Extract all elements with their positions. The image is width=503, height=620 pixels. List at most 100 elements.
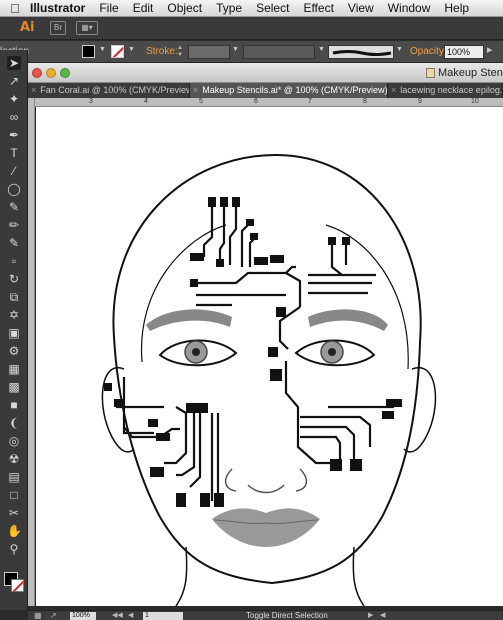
nose <box>224 468 308 494</box>
app-menu[interactable]: Illustrator <box>30 1 85 15</box>
artboard-canvas[interactable] <box>36 107 503 606</box>
vertical-ruler[interactable] <box>28 98 35 606</box>
menu-help[interactable]: Help <box>444 1 469 15</box>
horizontal-ruler[interactable]: 3 4 5 6 7 8 9 10 <box>35 98 503 107</box>
face-circuit-artwork[interactable] <box>36 107 503 606</box>
ruler-tick: 9 <box>418 98 422 105</box>
symbol-sprayer-tool-icon[interactable]: ☢ <box>7 452 21 466</box>
ruler-tick: 7 <box>308 98 312 105</box>
direct-selection-tool-icon[interactable]: ↗ <box>7 74 21 88</box>
menu-type[interactable]: Type <box>216 1 242 15</box>
bridge-button[interactable]: Br <box>50 21 66 35</box>
line-tool-icon[interactable]: ⁄ <box>7 164 21 178</box>
lips <box>212 508 320 547</box>
menu-object[interactable]: Object <box>167 1 202 15</box>
opacity-dropdown-icon[interactable]: ▶ <box>487 46 492 54</box>
close-tab-icon[interactable]: × <box>193 85 198 95</box>
tab-lacewing-necklace[interactable]: × lacewing necklace epilog.ai <box>388 83 503 98</box>
variable-width-field[interactable] <box>243 45 315 59</box>
opacity-field[interactable]: 100% <box>444 45 484 59</box>
fill-dropdown-icon[interactable]: ▼ <box>99 46 106 53</box>
menu-file[interactable]: File <box>99 1 118 15</box>
perspective-grid-tool-icon[interactable]: ▦ <box>7 362 21 376</box>
slice-tool-icon[interactable]: ✂ <box>7 506 21 520</box>
zoom-window-button[interactable] <box>60 68 70 78</box>
ellipse-tool-icon[interactable]: ◯ <box>7 182 21 196</box>
application-bar: Ai Br ▦▾ <box>0 17 503 40</box>
brush-dropdown-icon[interactable]: ▼ <box>396 46 403 53</box>
mesh-tool-icon[interactable]: ▩ <box>7 380 21 394</box>
close-window-button[interactable] <box>32 68 42 78</box>
ruler-tick: 4 <box>144 98 148 105</box>
first-page-icon[interactable]: ◀◀ <box>112 611 123 619</box>
hand-tool-icon[interactable]: ✋ <box>7 524 22 538</box>
menu-select[interactable]: Select <box>256 1 289 15</box>
blob-brush-tool-icon[interactable]: ✎ <box>7 236 21 250</box>
current-tool-status: Toggle Direct Selection <box>246 611 328 620</box>
stroke-weight-field[interactable] <box>188 45 230 59</box>
warp-tool-icon[interactable]: ✡ <box>7 308 21 322</box>
lasso-tool-icon[interactable]: ∞ <box>7 110 21 124</box>
stroke-weight-dropdown-icon[interactable]: ▼ <box>232 46 239 53</box>
gradient-tool-icon[interactable]: ■ <box>7 398 21 412</box>
menu-effect[interactable]: Effect <box>303 1 333 15</box>
ruler-tick: 5 <box>199 98 203 105</box>
stroke-stepper[interactable]: ▲ ▼ <box>177 45 185 59</box>
free-transform-tool-icon[interactable]: ▣ <box>7 326 21 340</box>
eraser-tool-icon[interactable]: ▫ <box>7 254 21 268</box>
close-tab-icon[interactable]: × <box>391 85 396 95</box>
neck-left <box>175 546 188 606</box>
tab-fan-coral[interactable]: × Fan Coral.ai @ 100% (CMYK/Preview) <box>28 83 190 98</box>
menu-edit[interactable]: Edit <box>133 1 154 15</box>
zoom-level-field[interactable]: 100% <box>70 612 96 620</box>
fill-swatch[interactable] <box>82 45 95 58</box>
control-bar: lection ▼ ▼ Stroke: ▲▼ ▼ ▼ ▼ Opacity: 10… <box>0 41 503 63</box>
eyedropper-tool-icon[interactable]: ❨ <box>7 416 21 430</box>
close-tab-icon[interactable]: × <box>31 85 36 95</box>
artboard-number-field[interactable]: 1 <box>143 612 183 620</box>
left-pupil <box>192 348 200 356</box>
share-icon[interactable]: ↗ <box>50 611 57 620</box>
previous-page-icon[interactable]: ◀ <box>128 611 133 619</box>
type-tool-icon[interactable]: T <box>7 146 21 160</box>
right-pupil <box>328 348 336 356</box>
menu-window[interactable]: Window <box>388 1 431 15</box>
stroke-swatch[interactable] <box>111 45 124 58</box>
rotate-tool-icon[interactable]: ↻ <box>7 272 21 286</box>
ruler-tick: 10 <box>471 98 479 105</box>
variable-width-dropdown-icon[interactable]: ▼ <box>318 46 325 53</box>
apple-icon[interactable]:  <box>0 1 30 16</box>
menu-bar:  Illustrator File Edit Object Type Sele… <box>0 0 503 17</box>
opacity-label[interactable]: Opacity: <box>410 46 447 57</box>
stroke-color-icon[interactable] <box>11 579 24 592</box>
menu-view[interactable]: View <box>348 1 374 15</box>
magic-wand-tool-icon[interactable]: ✦ <box>7 92 21 106</box>
paintbrush-tool-icon[interactable]: ✎ <box>7 200 21 214</box>
right-eyebrow <box>308 309 388 331</box>
zoom-tool-icon[interactable]: ⚲ <box>7 542 21 556</box>
arrange-documents-button[interactable]: ▦▾ <box>76 21 98 35</box>
neck-right <box>352 546 365 606</box>
document-titlebar: Makeup Stencils <box>28 63 503 83</box>
selection-tool-icon[interactable]: ➤ <box>7 56 21 70</box>
pen-tool-icon[interactable]: ✒ <box>7 128 21 142</box>
scroll-left-icon[interactable]: ◀ <box>380 611 385 619</box>
column-graph-tool-icon[interactable]: ▤ <box>7 470 21 484</box>
tools-panel: ➤ ↗ ✦ ∞ ✒ T ⁄ ◯ ✎ ✏ ✎ ▫ ↻ ⧉ ✡ ▣ ⚙ ▦ ▩ ■ … <box>0 50 28 610</box>
shape-builder-tool-icon[interactable]: ⚙ <box>7 344 21 358</box>
brush-definition-field[interactable] <box>328 45 394 59</box>
artboard-tool-icon[interactable]: □ <box>7 488 21 502</box>
stroke-label[interactable]: Stroke: <box>146 46 178 57</box>
document-status-icon[interactable]: ▦ <box>34 611 42 620</box>
illustrator-logo: Ai <box>20 20 35 35</box>
blend-tool-icon[interactable]: ◎ <box>7 434 21 448</box>
illustrator-screen:  Illustrator File Edit Object Type Sele… <box>0 0 503 620</box>
stroke-dropdown-icon[interactable]: ▼ <box>128 46 135 53</box>
minimize-window-button[interactable] <box>46 68 56 78</box>
scale-tool-icon[interactable]: ⧉ <box>7 290 21 304</box>
tab-label: Makeup Stencils.ai* @ 100% (CMYK/Preview… <box>202 85 388 95</box>
tab-label: Fan Coral.ai @ 100% (CMYK/Preview) <box>40 85 190 95</box>
tab-makeup-stencils[interactable]: × Makeup Stencils.ai* @ 100% (CMYK/Previe… <box>190 83 388 98</box>
pencil-tool-icon[interactable]: ✏ <box>7 218 21 232</box>
status-menu-icon[interactable]: ▶ <box>368 611 373 619</box>
